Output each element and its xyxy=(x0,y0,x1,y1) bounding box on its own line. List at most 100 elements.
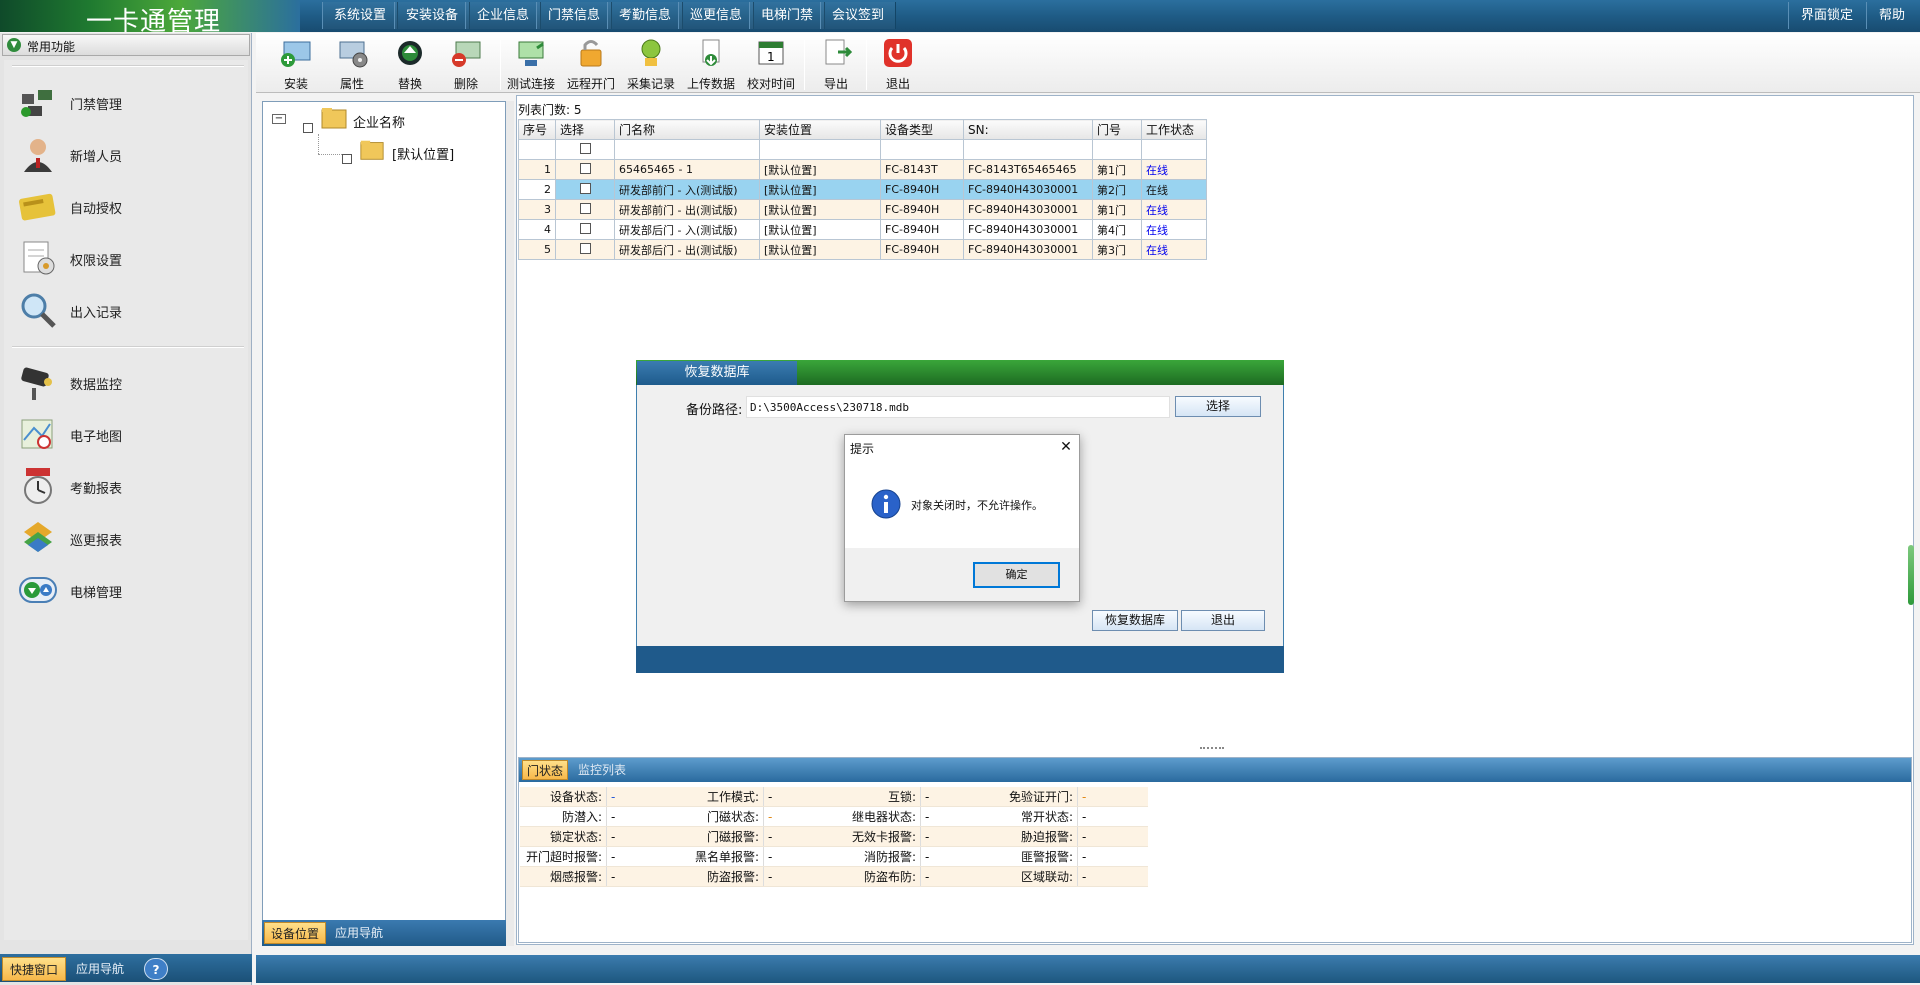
tab-app-navigation[interactable]: 应用导航 xyxy=(68,957,132,981)
toolbar-separator xyxy=(866,40,867,90)
tree-root-label[interactable]: 企业名称 xyxy=(353,112,405,131)
cell-status: 在线 xyxy=(1141,199,1207,220)
cell-sn: FC-8940H43030001 xyxy=(963,219,1093,240)
properties-button[interactable]: 属性 xyxy=(334,36,370,92)
tree-root-checkbox[interactable] xyxy=(303,123,313,133)
toolbar-separator xyxy=(500,40,501,90)
tab-quick-window[interactable]: 快捷窗口 xyxy=(2,957,66,981)
row-checkbox[interactable] xyxy=(579,202,591,214)
status-value: - xyxy=(763,826,834,847)
status-value: - xyxy=(1077,826,1148,847)
col-header[interactable]: 安装位置 xyxy=(759,119,881,140)
menu-elevator-access[interactable]: 电梯门禁 xyxy=(749,2,826,29)
tab-app-navigation-tree[interactable]: 应用导航 xyxy=(328,922,390,944)
sidebar-item-label: 门禁管理 xyxy=(70,98,123,113)
sidebar-item-add-person[interactable]: 新增人员 xyxy=(18,132,238,176)
sidebar-item-attendance-report[interactable]: 考勤报表 xyxy=(18,464,238,508)
upload-data-button[interactable]: 上传数据 xyxy=(684,36,738,92)
remote-open-button[interactable]: 远程开门 xyxy=(564,36,618,92)
col-header[interactable]: 门号 xyxy=(1092,119,1142,140)
table-header-row: 序号 选择 门名称 安装位置 设备类型 SN: 门号 工作状态 xyxy=(518,119,1207,140)
col-header[interactable]: 设备类型 xyxy=(880,119,964,140)
select-all-checkbox[interactable] xyxy=(579,142,591,154)
row-checkbox[interactable] xyxy=(579,222,591,234)
collect-records-button[interactable]: 采集记录 xyxy=(624,36,678,92)
col-header[interactable]: 工作状态 xyxy=(1141,119,1207,140)
patrol-icon xyxy=(24,522,52,552)
exit-button[interactable]: 退出 xyxy=(878,36,918,92)
table-row[interactable]: 3 研发部前门 - 出(测试版) [默认位置] FC-8940H FC-8940… xyxy=(518,199,1207,220)
menu-company-info[interactable]: 企业信息 xyxy=(465,2,542,29)
toolbar-label: 退出 xyxy=(885,77,910,91)
col-header[interactable]: 序号 xyxy=(518,119,556,140)
status-value: - xyxy=(920,787,991,807)
sidebar-item-door-access[interactable]: 门禁管理 xyxy=(18,80,238,124)
splitter[interactable] xyxy=(506,101,514,946)
table-row[interactable]: 5 研发部后门 - 出(测试版) [默认位置] FC-8940H FC-8940… xyxy=(518,239,1207,260)
map-icon xyxy=(21,419,53,449)
test-connection-button[interactable]: 测试连接 xyxy=(504,36,558,92)
menu-system-settings[interactable]: 系统设置 xyxy=(322,2,399,29)
sidebar-item-auto-authorize[interactable]: 自动授权 xyxy=(18,184,238,228)
status-row: 开门超时报警: - 黑名单报警: - 消防报警: - 匪警报警: - xyxy=(520,846,1148,867)
tree-child-label[interactable]: [默认位置] xyxy=(392,144,454,163)
lock-ui-button[interactable]: 界面锁定 xyxy=(1788,2,1865,29)
chevron-down-icon[interactable]: ▼ xyxy=(7,38,21,52)
door-access-icon xyxy=(21,90,52,117)
row-checkbox[interactable] xyxy=(579,162,591,174)
collect-icon xyxy=(641,39,661,66)
status-key: 无效卡报警: xyxy=(834,826,921,847)
menu-meeting-signin[interactable]: 会议签到 xyxy=(820,2,897,29)
replace-icon xyxy=(398,41,422,65)
sync-time-button[interactable]: 1 校对时间 xyxy=(744,36,798,92)
sidebar-item-permission-settings[interactable]: 权限设置 xyxy=(18,236,238,280)
status-value: - xyxy=(920,826,991,847)
select-path-button[interactable]: 选择 xyxy=(1175,396,1261,417)
scrollbar-thumb[interactable] xyxy=(1908,545,1914,605)
menu-attendance-info[interactable]: 考勤信息 xyxy=(607,2,684,29)
delete-button[interactable]: 删除 xyxy=(448,36,484,92)
sidebar-item-patrol-report[interactable]: 巡更报表 xyxy=(18,516,238,560)
menu-access-info[interactable]: 门禁信息 xyxy=(536,2,613,29)
tree-child-checkbox[interactable] xyxy=(342,154,352,164)
menu-patrol-info[interactable]: 巡更信息 xyxy=(678,2,755,29)
restore-database-button[interactable]: 恢复数据库 xyxy=(1092,610,1178,631)
menu-install-devices[interactable]: 安装设备 xyxy=(394,2,471,29)
cell-sn: FC-8940H43030001 xyxy=(963,199,1093,220)
folder-icon xyxy=(360,140,384,160)
status-key: 互锁: xyxy=(834,787,921,807)
sidebar-item-data-monitor[interactable]: 数据监控 xyxy=(18,360,238,404)
row-checkbox[interactable] xyxy=(579,242,591,254)
backup-path-field[interactable]: D:\3500Access\230718.mdb xyxy=(746,396,1170,418)
sidebar-header[interactable]: ▼ 常用功能 xyxy=(2,34,250,56)
horizontal-splitter-grip[interactable] xyxy=(1200,747,1224,751)
restore-exit-button[interactable]: 退出 xyxy=(1181,610,1265,631)
sidebar-item-e-map[interactable]: 电子地图 xyxy=(18,412,238,456)
table-row[interactable]: 1 65465465 - 1 [默认位置] FC-8143T FC-8143T6… xyxy=(518,159,1207,180)
replace-button[interactable]: 替换 xyxy=(392,36,428,92)
help-icon[interactable]: ? xyxy=(144,958,168,980)
tab-door-status[interactable]: 门状态 xyxy=(522,760,568,780)
status-value: - xyxy=(606,846,677,867)
tree-collapse-toggle[interactable]: − xyxy=(272,114,286,124)
sidebar-item-elevator-management[interactable]: 电梯管理 xyxy=(18,568,238,612)
export-button[interactable]: 导出 xyxy=(816,36,856,92)
table-row[interactable]: 4 研发部后门 - 入(测试版) [默认位置] FC-8940H FC-8940… xyxy=(518,219,1207,240)
tab-monitor-list[interactable]: 监控列表 xyxy=(572,760,632,780)
row-checkbox[interactable] xyxy=(579,182,591,194)
status-value: - xyxy=(1077,846,1148,867)
col-header[interactable]: SN: xyxy=(963,119,1093,140)
cell-status: 在线 xyxy=(1141,159,1207,180)
toolbar-label: 校对时间 xyxy=(746,77,795,91)
status-row: 烟感报警: - 防盗报警: - 防盗布防: - 区域联动: - xyxy=(520,866,1148,887)
ok-button[interactable]: 确定 xyxy=(973,562,1060,588)
status-row: 设备状态: - 工作模式: - 互锁: - 免验证开门: - xyxy=(520,787,1148,807)
close-icon[interactable]: ✕ xyxy=(1056,438,1076,456)
col-header[interactable]: 门名称 xyxy=(614,119,760,140)
tab-device-location[interactable]: 设备位置 xyxy=(264,922,326,944)
install-button[interactable]: 安装 xyxy=(276,36,316,92)
col-header[interactable]: 选择 xyxy=(555,119,615,140)
help-menu[interactable]: 帮助 xyxy=(1866,2,1917,29)
table-row-selected[interactable]: 2 研发部前门 - 入(测试版) [默认位置] FC-8940H FC-8940… xyxy=(518,179,1207,200)
sidebar-item-access-records[interactable]: 出入记录 xyxy=(18,288,238,332)
